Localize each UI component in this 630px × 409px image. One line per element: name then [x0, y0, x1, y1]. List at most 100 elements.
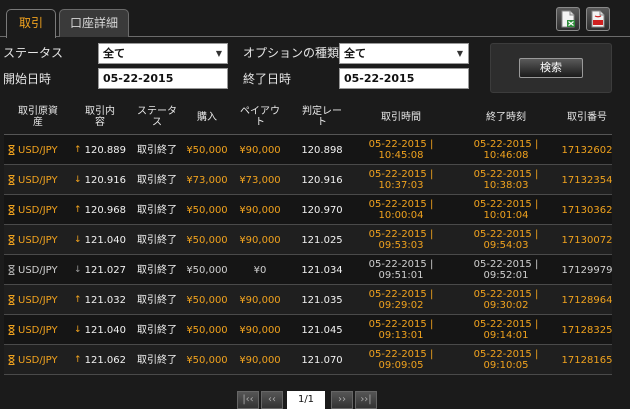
- cell-trade-content: ↑ 121.032: [74, 294, 126, 306]
- cell-trade-id: 17129979: [561, 264, 613, 276]
- end-date-input[interactable]: 05-22-2015: [339, 68, 469, 89]
- export-excel-button[interactable]: [556, 7, 580, 31]
- cell-end-time: 05-22-2015 | 10:46:08: [473, 139, 539, 161]
- status-select[interactable]: 全て ▼: [98, 43, 228, 64]
- cell-payout: ¥90,000: [239, 324, 281, 336]
- cell-asset: USD/JPY: [4, 225, 72, 255]
- table-row[interactable]: USD/JPY ↓ 120.916 取引終了 ¥73,000 ¥73,000 120.916…: [4, 165, 612, 195]
- search-button[interactable]: 検索: [519, 58, 583, 78]
- cell-end-time: 05-22-2015 | 09:52:01: [473, 259, 539, 281]
- option-type-label: オプションの種類: [243, 46, 340, 60]
- table-row[interactable]: USD/JPY ↑ 121.062 取引終了 ¥50,000 ¥90,000 121.070…: [4, 345, 612, 375]
- cell-status: 取引終了: [137, 174, 177, 186]
- cell-status: 取引終了: [137, 234, 177, 246]
- chevron-down-icon: ▼: [456, 49, 463, 58]
- cell-status: 取引終了: [137, 354, 177, 366]
- cell-purchase: ¥73,000: [186, 174, 228, 186]
- cell-asset: USD/JPY: [4, 195, 72, 225]
- end-date-label: 終了日時: [243, 72, 292, 86]
- cell-end-time: 05-22-2015 | 09:10:05: [473, 349, 539, 371]
- arrow-down-icon: ↓: [74, 174, 82, 185]
- pager-last-button[interactable]: ››|: [355, 391, 377, 409]
- arrow-up-icon: ↑: [74, 144, 82, 155]
- cell-purchase: ¥50,000: [186, 144, 228, 156]
- cell-trade-content: ↓ 121.027: [74, 264, 126, 276]
- trade-history-table: 取引原資産 取引内容 ステータス 購入 ペイアウト 判定レート 取引時間 終了時…: [4, 99, 612, 375]
- pager-first-button[interactable]: |‹‹: [237, 391, 259, 409]
- cell-trade-content: ↑ 120.889: [74, 144, 126, 156]
- cell-trade-content: ↓ 121.040: [74, 324, 126, 336]
- table-row[interactable]: USD/JPY ↑ 120.889 取引終了 ¥50,000 ¥90,000 120.898…: [4, 135, 612, 165]
- cell-end-time: 05-22-2015 | 09:30:02: [473, 289, 539, 311]
- hourglass-icon: [8, 235, 15, 245]
- header-status: ステータス: [137, 106, 177, 128]
- cell-end-time: 05-22-2015 | 09:14:01: [473, 319, 539, 341]
- table-row[interactable]: USD/JPY ↓ 121.040 取引終了 ¥50,000 ¥90,000 121.025…: [4, 225, 612, 255]
- tab-account-details[interactable]: 口座詳細: [59, 9, 129, 37]
- cell-asset: USD/JPY: [4, 345, 72, 375]
- arrow-up-icon: ↑: [74, 204, 82, 215]
- export-pdf-button[interactable]: [586, 7, 610, 31]
- hourglass-icon: [8, 265, 15, 275]
- option-type-select-value: 全て: [344, 47, 366, 60]
- cell-trade-time: 05-22-2015 | 09:53:03: [368, 229, 434, 251]
- cell-trade-time: 05-22-2015 | 09:09:05: [368, 349, 434, 371]
- cell-judge-rate: 120.916: [301, 174, 343, 186]
- cell-judge-rate: 121.070: [301, 354, 343, 366]
- table-row[interactable]: USD/JPY ↑ 120.968 取引終了 ¥50,000 ¥90,000 120.970…: [4, 195, 612, 225]
- cell-purchase: ¥50,000: [186, 264, 228, 276]
- cell-judge-rate: 121.045: [301, 324, 343, 336]
- table-row[interactable]: USD/JPY ↑ 121.032 取引終了 ¥50,000 ¥90,000 121.035…: [4, 285, 612, 315]
- cell-asset: USD/JPY: [4, 255, 72, 285]
- table-row[interactable]: USD/JPY ↓ 121.027 取引終了 ¥50,000 ¥0 121.034 05-22…: [4, 255, 612, 285]
- hourglass-icon: [8, 175, 15, 185]
- option-type-select[interactable]: 全て ▼: [339, 43, 469, 64]
- cell-end-time: 05-22-2015 | 09:54:03: [473, 229, 539, 251]
- hourglass-icon: [8, 145, 15, 155]
- cell-status: 取引終了: [137, 144, 177, 156]
- header-asset: 取引原資産: [18, 106, 58, 128]
- cell-purchase: ¥50,000: [186, 354, 228, 366]
- cell-purchase: ¥50,000: [186, 234, 228, 246]
- cell-end-time: 05-22-2015 | 10:01:04: [473, 199, 539, 221]
- cell-trade-time: 05-22-2015 | 09:29:02: [368, 289, 434, 311]
- cell-status: 取引終了: [137, 324, 177, 336]
- cell-judge-rate: 121.025: [301, 234, 343, 246]
- cell-payout: ¥90,000: [239, 144, 281, 156]
- cell-trade-id: 17132354: [561, 174, 613, 186]
- cell-trade-id: 17130072: [561, 234, 613, 246]
- status-label: ステータス: [3, 46, 64, 60]
- cell-trade-time: 05-22-2015 | 10:45:08: [368, 139, 434, 161]
- cell-judge-rate: 120.898: [301, 144, 343, 156]
- cell-trade-id: 17132602: [561, 144, 613, 156]
- cell-trade-content: ↑ 121.062: [74, 354, 126, 366]
- tab-trades[interactable]: 取引: [6, 9, 56, 38]
- arrow-up-icon: ↑: [74, 294, 82, 305]
- table-row[interactable]: USD/JPY ↓ 121.040 取引終了 ¥50,000 ¥90,000 121.045…: [4, 315, 612, 345]
- pager-prev-button[interactable]: ‹‹: [261, 391, 283, 409]
- cell-trade-content: ↓ 120.916: [74, 174, 126, 186]
- cell-asset: USD/JPY: [4, 135, 72, 165]
- header-trade-id: 取引番号: [567, 111, 607, 123]
- cell-status: 取引終了: [137, 204, 177, 216]
- excel-icon: [561, 10, 575, 28]
- start-date-input[interactable]: 05-22-2015: [98, 68, 228, 89]
- cell-trade-content: ↑ 120.968: [74, 204, 126, 216]
- header-trade-content: 取引内容: [85, 106, 115, 128]
- cell-purchase: ¥50,000: [186, 204, 228, 216]
- search-panel: 検索: [490, 43, 612, 93]
- cell-purchase: ¥50,000: [186, 294, 228, 306]
- cell-trade-time: 05-22-2015 | 10:00:04: [368, 199, 434, 221]
- hourglass-icon: [8, 205, 15, 215]
- header-end-time: 終了時刻: [486, 111, 526, 123]
- header-purchase: 購入: [197, 111, 217, 123]
- pager-page-indicator: 1/1: [287, 391, 325, 409]
- pager-next-button[interactable]: ››: [331, 391, 353, 409]
- cell-trade-time: 05-22-2015 | 09:13:01: [368, 319, 434, 341]
- cell-trade-time: 05-22-2015 | 09:51:01: [368, 259, 434, 281]
- cell-judge-rate: 120.970: [301, 204, 343, 216]
- cell-trade-id: 17128325: [561, 324, 613, 336]
- status-select-value: 全て: [103, 47, 125, 60]
- header-trade-time: 取引時間: [381, 111, 421, 123]
- cell-judge-rate: 121.035: [301, 294, 343, 306]
